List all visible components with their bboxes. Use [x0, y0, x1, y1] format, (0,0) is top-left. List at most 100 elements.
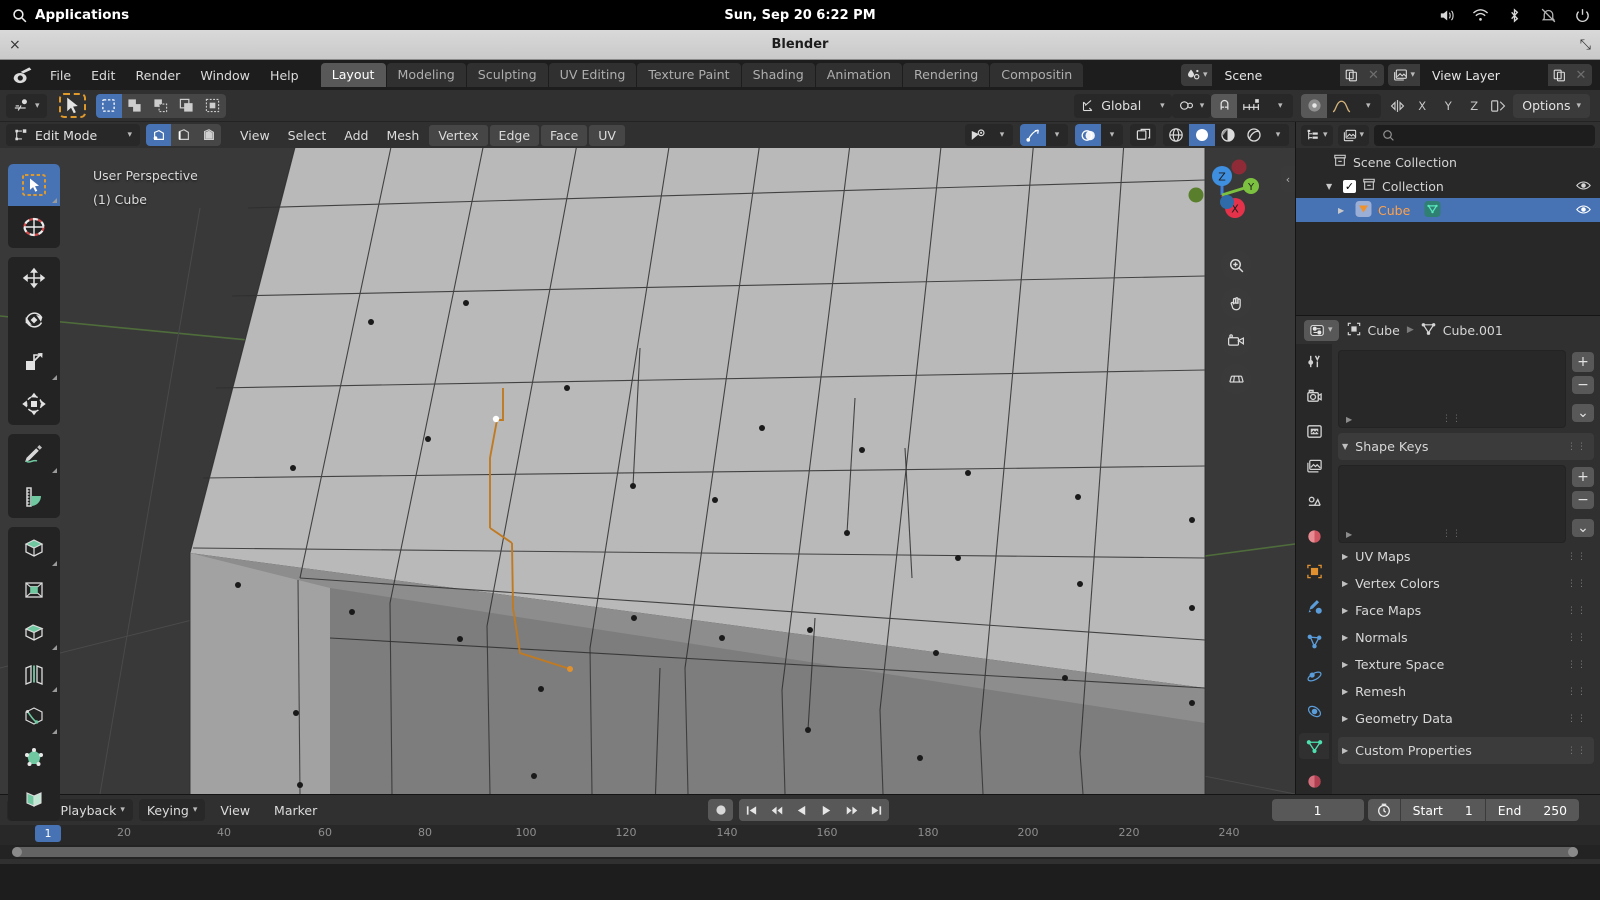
properties-tab-output[interactable] [1299, 418, 1329, 444]
shapekey-list-top[interactable]: ▶ ⋮⋮ [1338, 350, 1566, 428]
shapekey-list[interactable]: ▶ ⋮⋮ [1338, 465, 1566, 543]
navigation-gizmo[interactable]: X Z Y [1183, 156, 1261, 234]
mirror-x-button[interactable]: X [1412, 95, 1432, 117]
spin-tool[interactable] [8, 779, 60, 821]
mirror-z-button[interactable]: Z [1464, 95, 1484, 117]
panel-drag-dots-icon[interactable]: ⋮⋮ [1567, 714, 1587, 724]
topology-mirror-icon[interactable] [1490, 98, 1507, 114]
panel-header-vertex-colors[interactable]: ▶ Vertex Colors ⋮⋮ [1338, 570, 1594, 597]
show-gizmo-button[interactable] [1020, 124, 1046, 146]
select-set-button[interactable] [96, 94, 122, 118]
menu-render[interactable]: Render [125, 65, 190, 86]
panel-header-remesh[interactable]: ▶ Remesh ⋮⋮ [1338, 678, 1594, 705]
disclosure-triangle-icon[interactable]: ▼ [1326, 182, 1337, 191]
outliner-row-cube[interactable]: ▶ Cube [1296, 198, 1600, 222]
falloff-curve-icon[interactable] [1327, 94, 1355, 118]
select-subtract-button[interactable] [148, 94, 174, 118]
overlays-dropdown[interactable]: ▾ [1101, 124, 1123, 146]
proportional-edit-toggle[interactable] [1301, 94, 1327, 118]
end-frame-field[interactable]: End 250 [1485, 799, 1579, 821]
power-icon[interactable] [1574, 7, 1591, 24]
tweak-tool-highlight[interactable] [59, 93, 86, 118]
object-visibility-icon[interactable] [965, 124, 991, 146]
viewport-menu-face[interactable]: Face [541, 125, 587, 146]
workspace-tab-uv-editing[interactable]: UV Editing [549, 63, 637, 87]
panel-drag-dots-icon[interactable]: ⋮⋮ [1567, 746, 1587, 756]
panel-header-normals[interactable]: ▶ Normals ⋮⋮ [1338, 624, 1594, 651]
blender-logo-icon[interactable] [10, 64, 36, 86]
viewport-canvas[interactable] [0, 148, 1295, 794]
visibility-eye-icon[interactable] [1576, 179, 1591, 194]
material-preview-shading-button[interactable] [1215, 124, 1241, 146]
viewport-menu-mesh[interactable]: Mesh [377, 125, 428, 146]
remove-viewlayer-button[interactable]: ✕ [1570, 64, 1592, 86]
jump-to-start-button[interactable] [739, 799, 764, 821]
viewport-menu-view[interactable]: View [231, 125, 279, 146]
select-invert-button[interactable] [174, 94, 200, 118]
remove-scene-button[interactable]: ✕ [1362, 64, 1384, 86]
annotate-tool[interactable] [8, 434, 60, 476]
timeline-ruler[interactable]: 1 20 40 60 80 100 120 140 160 180 200 22… [0, 825, 1600, 845]
panel-drag-dots-icon[interactable]: ⋮⋮ [1567, 687, 1587, 697]
play-button[interactable] [814, 799, 839, 821]
properties-tab-render[interactable] [1299, 383, 1329, 409]
viewlayer-name[interactable]: View Layer [1420, 64, 1548, 86]
properties-tab-constraints[interactable] [1299, 698, 1329, 724]
timeline-menu-view[interactable]: View [211, 803, 259, 818]
add-shapekey-button[interactable]: + [1572, 352, 1594, 372]
prev-keyframe-button[interactable] [764, 799, 789, 821]
jump-to-end-button[interactable] [864, 799, 889, 821]
mesh-data-icon[interactable] [1424, 201, 1441, 220]
move-tool[interactable] [8, 257, 60, 299]
cursor-tool[interactable] [8, 206, 60, 248]
add-shapekey-button-2[interactable]: + [1572, 467, 1594, 487]
outliner-row-scene-collection[interactable]: Scene Collection [1296, 150, 1600, 174]
visibility-eye-icon[interactable] [1576, 203, 1591, 218]
viewport-menu-add[interactable]: Add [335, 125, 377, 146]
show-overlays-button[interactable] [1075, 124, 1101, 146]
active-tool-icon-dropdown[interactable]: ▾ [6, 94, 47, 118]
start-frame-field[interactable]: Start 1 [1400, 799, 1485, 821]
shapekey-specials-menu-button[interactable]: ⌄ [1572, 404, 1594, 422]
panel-header-uv-maps[interactable]: ▶ UV Maps ⋮⋮ [1338, 543, 1594, 570]
disclosure-triangle-icon[interactable]: ▶ [1338, 206, 1349, 215]
new-viewlayer-button[interactable] [1548, 64, 1570, 86]
panel-drag-dots-icon[interactable]: ⋮⋮ [1567, 552, 1587, 562]
viewlayer-selector[interactable]: ▾ View Layer ✕ [1388, 64, 1592, 86]
properties-editor-type-dropdown[interactable]: ▾ [1304, 320, 1339, 341]
select-intersect-button[interactable] [200, 94, 226, 118]
pan-hand-icon[interactable] [1221, 288, 1251, 318]
properties-tab-modifier[interactable] [1299, 593, 1329, 619]
visibility-dropdown[interactable]: ▾ [991, 124, 1013, 146]
collection-checkbox[interactable]: ✓ [1343, 180, 1356, 193]
snap-increment-icon[interactable] [1237, 94, 1267, 118]
scene-name[interactable]: Scene [1212, 64, 1340, 86]
new-scene-button[interactable] [1340, 64, 1362, 86]
current-frame-field[interactable]: 1 [1272, 799, 1364, 821]
mesh-data-icon[interactable] [1421, 322, 1436, 339]
timeline-horizontal-scrollbar[interactable] [0, 845, 1600, 859]
rendered-shading-button[interactable] [1241, 124, 1267, 146]
sidebar-toggle-arrow[interactable]: ‹ [1281, 166, 1295, 192]
shading-dropdown[interactable]: ▾ [1267, 124, 1289, 146]
remove-shapekey-button-2[interactable]: − [1572, 491, 1594, 509]
properties-editor[interactable]: ▾ Cube ▶ Cube.001 [1296, 315, 1600, 794]
panel-header-texture-space[interactable]: ▶ Texture Space ⋮⋮ [1338, 651, 1594, 678]
shapekey-specials-menu-button-2[interactable]: ⌄ [1572, 519, 1594, 537]
viewport-menu-edge[interactable]: Edge [490, 125, 539, 146]
object-icon[interactable] [1347, 322, 1361, 339]
menu-file[interactable]: File [40, 65, 81, 86]
resize-grip-icon[interactable]: ⋮⋮ [1339, 414, 1565, 424]
panel-header-face-maps[interactable]: ▶ Face Maps ⋮⋮ [1338, 597, 1594, 624]
camera-view-icon[interactable] [1221, 326, 1251, 356]
mirror-icon[interactable] [1389, 98, 1406, 114]
snapping-options-dropdown[interactable]: ▾ [1267, 94, 1293, 118]
outliner-display-mode-dropdown[interactable]: ▾ [1338, 125, 1370, 146]
workspace-tab-layout[interactable]: Layout [321, 63, 386, 87]
workspace-tab-rendering[interactable]: Rendering [903, 63, 989, 87]
orthographic-toggle-icon[interactable] [1221, 364, 1251, 394]
panel-drag-dots-icon[interactable]: ⋮⋮ [1567, 579, 1587, 589]
breadcrumb-object-name[interactable]: Cube [1368, 323, 1400, 338]
properties-tab-object[interactable] [1299, 558, 1329, 584]
bevel-tool[interactable] [8, 611, 60, 653]
